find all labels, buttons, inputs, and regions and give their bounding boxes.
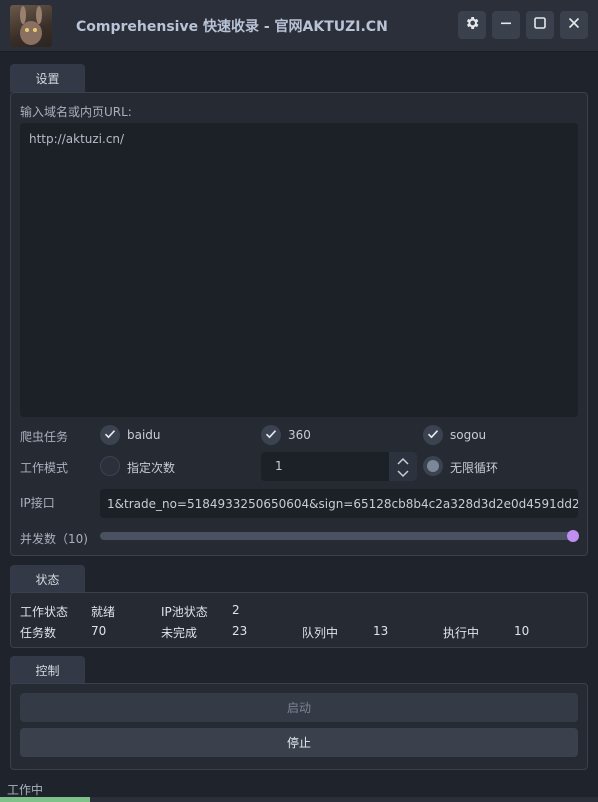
ip-api-label: IP接口 (20, 496, 55, 510)
status-bar-text: 工作中 (7, 783, 44, 797)
gear-icon (464, 15, 480, 35)
concurrency-slider-handle[interactable] (567, 530, 579, 542)
infinite-loop-radio[interactable] (423, 456, 443, 476)
chevron-down-icon[interactable] (396, 468, 410, 482)
close-button[interactable] (560, 11, 588, 39)
url-textarea[interactable]: http://aktuzi.cn/ (20, 123, 578, 417)
check-icon (264, 427, 278, 444)
chevron-up-icon[interactable] (396, 455, 410, 469)
status-panel (10, 592, 588, 648)
sogou-label: sogou (450, 428, 487, 442)
bottom-progress (0, 797, 598, 802)
maximize-icon (533, 16, 547, 34)
pending-value: 23 (232, 624, 248, 638)
check-icon (426, 427, 440, 444)
sogou-checkbox[interactable] (423, 425, 443, 445)
app-logo (10, 5, 52, 47)
crawl-task-label: 爬虫任务 (20, 430, 69, 444)
running-label: 执行中 (443, 626, 480, 640)
minimize-icon (499, 16, 513, 34)
tab-status: 状态 (10, 565, 85, 593)
tab-settings: 设置 (10, 64, 85, 92)
start-button[interactable]: 启动 (20, 693, 578, 722)
spin-buttons[interactable] (389, 452, 417, 481)
running-value: 10 (514, 624, 530, 638)
settings-button[interactable] (458, 11, 486, 39)
work-mode-label: 工作模式 (20, 461, 69, 475)
minimize-button[interactable] (492, 11, 520, 39)
baidu-checkbox[interactable] (100, 425, 120, 445)
count-spinbox[interactable]: 1 (261, 452, 417, 481)
close-icon (567, 16, 581, 34)
infinite-loop-label: 无限循环 (450, 461, 499, 475)
window-title: Comprehensive 快速收录 - 官网AKTUZI.CN (76, 19, 388, 35)
pending-label: 未完成 (161, 626, 198, 640)
baidu-label: baidu (127, 428, 161, 442)
specified-count-radio[interactable] (100, 456, 120, 476)
ip-pool-label: IP池状态 (161, 605, 208, 619)
ip-api-input[interactable]: 1&trade_no=5184933250650604&sign=65128cb… (100, 489, 578, 518)
concurrency-label: 并发数（10) (20, 532, 88, 546)
title-bar: Comprehensive 快速收录 - 官网AKTUZI.CN (0, 0, 598, 52)
work-state-value: 就绪 (91, 605, 116, 619)
progress-fill (0, 797, 90, 802)
tasks-label: 任务数 (20, 626, 57, 640)
tab-control: 控制 (10, 656, 85, 684)
url-value: http://aktuzi.cn/ (29, 132, 125, 146)
360-label: 360 (288, 428, 311, 442)
check-icon (103, 427, 117, 444)
360-checkbox[interactable] (261, 425, 281, 445)
ip-pool-value: 2 (232, 603, 240, 617)
url-label: 输入域名或内页URL: (20, 105, 132, 119)
queued-label: 队列中 (302, 626, 339, 640)
specified-count-label: 指定次数 (127, 461, 176, 475)
ip-api-value: 1&trade_no=5184933250650604&sign=65128cb… (107, 497, 578, 511)
concurrency-slider-track[interactable] (100, 532, 573, 540)
tasks-value: 70 (91, 624, 107, 638)
stop-button[interactable]: 停止 (20, 728, 578, 757)
queued-value: 13 (373, 624, 389, 638)
count-value: 1 (275, 459, 283, 473)
maximize-button[interactable] (526, 11, 554, 39)
work-state-label: 工作状态 (20, 605, 69, 619)
